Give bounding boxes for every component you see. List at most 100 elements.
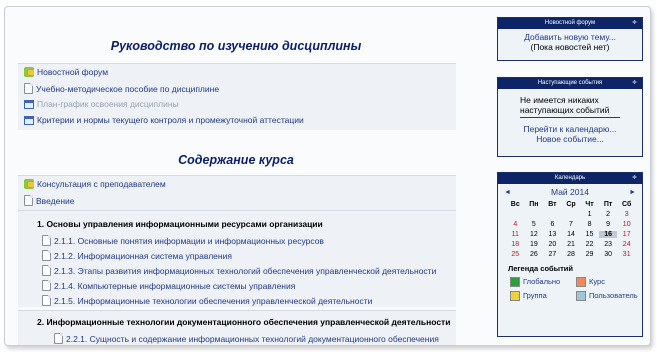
calendar-day[interactable]: 6 (543, 221, 562, 228)
calendar-day[interactable]: 19 (525, 241, 544, 248)
topic1-item-label[interactable]: 2.1.4. Компьютерные информационные систе… (54, 281, 295, 291)
calendar-day[interactable]: 30 (599, 251, 618, 258)
topic1-item-label[interactable]: 2.1.5. Информационные технологии обеспеч… (54, 296, 372, 306)
calendar-day[interactable]: 24 (617, 241, 636, 248)
legend-item[interactable]: Пользователь (576, 291, 642, 302)
topic2-item[interactable]: 2.2.1. Сущность и содержание информацион… (54, 333, 439, 344)
legend-item[interactable]: Курс (576, 277, 642, 288)
calendar-day[interactable]: 9 (599, 221, 618, 228)
calendar-day[interactable]: 29 (580, 251, 599, 258)
guide-item-news-forum[interactable]: Новостной форум (24, 67, 108, 77)
legend-label[interactable]: Курс (589, 277, 605, 286)
topic1-item-label[interactable]: 2.1.2. Информационная система управления (54, 251, 232, 261)
collapse-icon[interactable]: ≑ (632, 173, 637, 184)
topic2-box: 2. Информационные технологии документаци… (18, 310, 456, 345)
collapse-icon[interactable]: ≑ (632, 18, 637, 29)
topic1-item-label[interactable]: 2.1.1. Основные понятия информации и инф… (54, 236, 324, 246)
page-icon (54, 333, 63, 344)
weekday-header: Пт (603, 201, 613, 208)
calendar-day[interactable]: 2 (599, 211, 618, 218)
content-section-title: Содержание курса (178, 153, 294, 167)
topic1-item[interactable]: 2.1.4. Компьютерные информационные систе… (42, 280, 295, 291)
calendar-day[interactable]: 8 (580, 221, 599, 228)
calendar-day[interactable]: 4 (506, 221, 525, 228)
calendar-day[interactable]: 7 (562, 221, 581, 228)
guide-item-manual[interactable]: Учебно-методическое пособие по дисциплин… (24, 83, 219, 94)
topic2-item-label[interactable]: 2.2.1. Сущность и содержание информацион… (66, 334, 439, 344)
calendar-day[interactable]: 28 (562, 251, 581, 258)
add-topic-link[interactable]: Добавить новую тему... (498, 32, 642, 42)
calendar-block-header: Календарь ≑ (498, 173, 642, 184)
topic1-item[interactable]: 2.1.5. Информационные технологии обеспеч… (42, 295, 372, 306)
events-block-title: Наступающие события (537, 80, 603, 86)
topic2-title: 2. Информационные технологии документаци… (37, 317, 451, 327)
calendar-day[interactable]: 21 (562, 241, 581, 248)
news-block-header: Новостной форум ≑ (498, 18, 642, 29)
page-icon (42, 295, 51, 306)
legend-label[interactable]: Группа (523, 291, 547, 300)
legend-label[interactable]: Глобально (523, 277, 560, 286)
calendar-day[interactable]: 31 (617, 251, 636, 258)
next-month-icon[interactable]: ► (629, 189, 636, 196)
calendar-day[interactable]: 25 (506, 251, 525, 258)
calendar-day[interactable]: 14 (562, 231, 581, 238)
forum-icon (24, 67, 34, 77)
events-block-header: Наступающие события ≑ (498, 78, 642, 89)
calendar-day[interactable]: 26 (525, 251, 544, 258)
content-item-label[interactable]: Введение (36, 196, 75, 206)
window-icon (24, 99, 34, 109)
page-icon (42, 265, 51, 276)
legend-title: Легенда событий (508, 264, 573, 273)
legend-swatch-icon (510, 291, 520, 302)
calendar-day[interactable]: 11 (506, 231, 525, 238)
calendar-day (525, 211, 544, 218)
topic1-item[interactable]: 2.1.3. Этапы развития информационных тех… (42, 265, 436, 276)
calendar-block-title: Календарь (554, 175, 586, 181)
calendar-day[interactable]: 23 (599, 241, 618, 248)
calendar-day[interactable]: 5 (525, 221, 544, 228)
calendar-day[interactable]: 20 (543, 241, 562, 248)
calendar-day (506, 211, 525, 218)
calendar-day[interactable]: 27 (543, 251, 562, 258)
page-icon (42, 280, 51, 291)
calendar-day (543, 211, 562, 218)
topic1-item[interactable]: 2.1.2. Информационная система управления (42, 250, 232, 261)
legend-item[interactable]: Глобально (510, 277, 576, 288)
weekday-header: Чт (585, 201, 594, 208)
legend-label[interactable]: Пользователь (589, 291, 638, 300)
calendar-day[interactable]: 13 (543, 231, 562, 238)
content-item-intro[interactable]: Введение (24, 195, 75, 206)
calendar-day[interactable]: 15 (580, 231, 599, 238)
calendar-day[interactable]: 12 (525, 231, 544, 238)
calendar-day[interactable]: 10 (617, 221, 636, 228)
events-block: Наступающие события ≑ Не имеется никаких… (497, 77, 643, 157)
guide-item-schedule[interactable]: План-график освоения дисциплины (24, 99, 179, 109)
new-event-link[interactable]: Новое событие... (498, 134, 642, 144)
guide-item-label[interactable]: План-график освоения дисциплины (37, 99, 179, 109)
calendar-day[interactable]: 3 (617, 211, 636, 218)
goto-calendar-link[interactable]: Перейти к календарю... (498, 124, 642, 134)
topic1-item[interactable]: 2.1.1. Основные понятия информации и инф… (42, 235, 324, 246)
guide-item-label[interactable]: Критерии и нормы текущего контроля и про… (37, 115, 304, 125)
legend-item[interactable]: Группа (510, 291, 576, 302)
prev-month-icon[interactable]: ◄ (504, 189, 511, 196)
guide-item-criteria[interactable]: Критерии и нормы текущего контроля и про… (24, 115, 304, 125)
legend-swatch-icon (510, 277, 520, 288)
window-icon (24, 115, 34, 125)
no-events-text: Не имеется никаких наступающих событий (520, 95, 620, 118)
news-block-title: Новостной форум (544, 20, 596, 26)
calendar-day[interactable]: 22 (580, 241, 599, 248)
calendar-day[interactable]: 1 (580, 211, 599, 218)
collapse-icon[interactable]: ≑ (632, 78, 637, 89)
guide-item-label[interactable]: Учебно-методическое пособие по дисциплин… (36, 84, 219, 94)
calendar-day[interactable]: 16 (598, 231, 618, 238)
calendar-day[interactable]: 17 (617, 231, 636, 238)
content-item-consultation[interactable]: Консультация с преподавателем (24, 179, 166, 189)
content-item-label[interactable]: Консультация с преподавателем (37, 179, 166, 189)
legend-swatch-icon (576, 277, 586, 288)
calendar-month-label[interactable]: Май 2014 (551, 187, 589, 197)
topic1-item-label[interactable]: 2.1.3. Этапы развития информационных тех… (54, 266, 436, 276)
guide-item-label[interactable]: Новостной форум (37, 67, 108, 77)
page-icon (42, 235, 51, 246)
calendar-day[interactable]: 18 (506, 241, 525, 248)
